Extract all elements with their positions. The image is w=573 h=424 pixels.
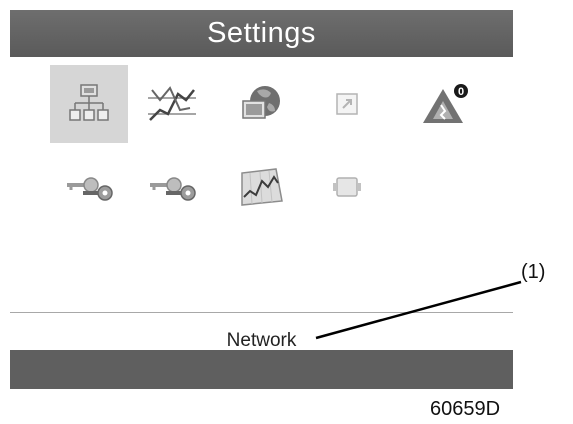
callout-line xyxy=(315,280,522,340)
figure-code: 60659D xyxy=(430,398,501,420)
callout-label: (1) xyxy=(521,261,546,283)
